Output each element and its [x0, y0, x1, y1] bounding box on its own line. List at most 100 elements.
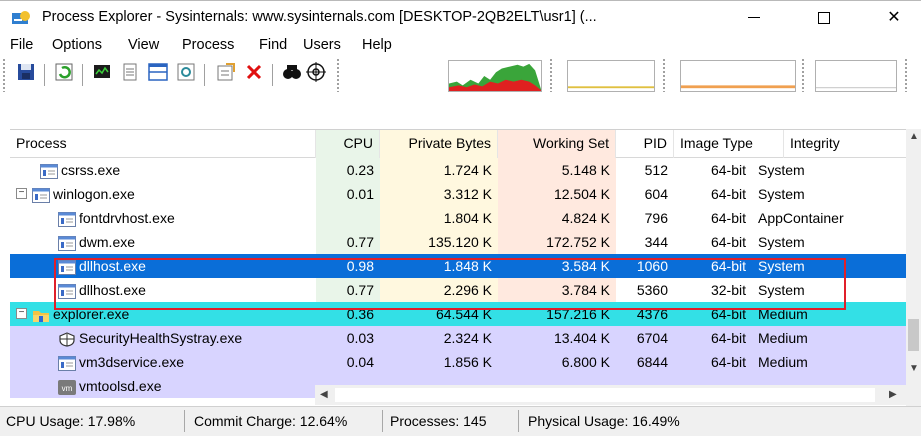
process-name: SecurityHealthSystray.exe [79, 330, 243, 346]
minimize-button[interactable] [731, 1, 777, 35]
cell-integrity: Medium [758, 306, 808, 322]
column-header-integrity[interactable]: Integrity [784, 130, 909, 158]
folder-icon [32, 306, 50, 322]
system-info-icon[interactable] [90, 60, 114, 84]
cell-private-bytes: 135.120 K [380, 230, 498, 254]
column-header-image-type[interactable]: Image Type [674, 130, 784, 158]
close-button[interactable]: ✕ [871, 1, 917, 35]
process-name: dllhost.exe [79, 282, 146, 298]
properties-list-icon[interactable] [118, 60, 142, 84]
menu-options[interactable]: Options [52, 37, 102, 53]
toolbar-grip[interactable] [662, 58, 667, 92]
horizontal-scroll-thumb[interactable] [335, 388, 875, 402]
kill-process-icon[interactable] [242, 60, 266, 84]
toolbar-separator [272, 64, 273, 86]
status-commit-charge: Commit Charge: 12.64% [194, 413, 348, 429]
network-graph[interactable] [815, 60, 897, 92]
toolbar-grip[interactable] [549, 58, 554, 92]
horizontal-scrollbar[interactable]: ◀ ▶ [315, 385, 906, 405]
find-icon[interactable] [280, 60, 304, 84]
cpu-graph[interactable] [448, 60, 542, 92]
cell-integrity: System [758, 186, 805, 202]
io-graph[interactable] [680, 60, 796, 92]
menu-file[interactable]: File [10, 37, 33, 53]
commit-graph[interactable] [567, 60, 655, 92]
vertical-scrollbar[interactable]: ▲ ▼ [906, 129, 921, 406]
cell-cpu: 0.36 [346, 306, 374, 322]
column-header-process[interactable]: Process [10, 130, 316, 158]
table-row[interactable]: vm3dservice.exe 0.04 1.856 K 6.800 K 6844 64-… [10, 350, 907, 374]
cell-cpu: 0.04 [346, 354, 374, 370]
cell-private-bytes: 64.544 K [435, 306, 492, 322]
table-row[interactable]: csrss.exe 0.23 1.724 K 5.148 K 512 64-bit Syst… [10, 158, 907, 182]
cell-image-type: 64-bit [710, 330, 746, 346]
menu-process[interactable]: Process [182, 37, 234, 53]
cell-image-type: 64-bit [710, 186, 746, 202]
cell-integrity: Medium [758, 354, 808, 370]
window-icon [32, 186, 50, 203]
cell-process: dllhost.exe [10, 254, 316, 278]
cell-working-set: 5.148 K [498, 158, 616, 182]
refresh-icon[interactable] [52, 60, 76, 84]
close-icon: ✕ [887, 9, 901, 26]
cell-pid: 5360 [636, 282, 668, 298]
table-row[interactable]: − explorer.exe 0.36 64.544 K 157.216 K 4376 64… [10, 302, 907, 326]
scroll-up-icon[interactable]: ▲ [909, 131, 919, 142]
cell-cpu [316, 206, 380, 230]
vertical-scroll-thumb[interactable] [908, 319, 919, 351]
cell-process: dllhost.exe [10, 278, 316, 302]
column-header-pid[interactable]: PID [616, 130, 674, 158]
cell-working-set: 12.504 K [498, 182, 616, 206]
dll-view-icon[interactable] [174, 60, 198, 84]
table-row[interactable]: − winlogon.exe 0.01 3.312 K 12.504 K 604 64-bi… [10, 182, 907, 206]
toolbar-grip[interactable] [904, 58, 909, 92]
process-name: csrss.exe [61, 162, 121, 178]
scroll-right-icon[interactable]: ▶ [889, 389, 897, 400]
cell-working-set: 3.584 K [561, 258, 610, 274]
target-icon[interactable] [304, 60, 328, 84]
toolbar-grip[interactable] [336, 58, 341, 92]
scroll-left-icon[interactable]: ◀ [320, 389, 328, 400]
cell-integrity: System [758, 234, 805, 250]
column-header-private-bytes[interactable]: Private Bytes [380, 130, 498, 158]
cell-working-set: 172.752 K [498, 230, 616, 254]
cell-process: dwm.exe [10, 230, 316, 254]
toolbar-grip[interactable] [2, 58, 7, 92]
cell-integrity: Medium [758, 330, 808, 346]
svg-text:vm: vm [62, 384, 73, 393]
cell-working-set: 157.216 K [546, 306, 610, 322]
cell-image-type: 64-bit [710, 234, 746, 250]
properties-icon[interactable] [214, 60, 238, 84]
menu-view[interactable]: View [128, 37, 159, 53]
maximize-icon [818, 11, 830, 24]
cell-working-set: 6.800 K [561, 354, 610, 370]
save-icon[interactable] [14, 60, 38, 84]
table-row[interactable]: dllhost.exe 0.77 2.296 K 3.784 K 5360 32-bit S… [10, 278, 907, 302]
table-row[interactable]: fontdrvhost.exe 1.804 K 4.824 K 796 64-bit Ap… [10, 206, 907, 230]
column-header-working-set[interactable]: Working Set [498, 130, 616, 158]
status-separator [518, 410, 519, 432]
toolbar-grip[interactable] [801, 58, 806, 92]
cell-private-bytes: 1.724 K [380, 158, 498, 182]
table-row[interactable]: dwm.exe 0.77 135.120 K 172.752 K 344 64-bit Sy… [10, 230, 907, 254]
scroll-down-icon[interactable]: ▼ [909, 363, 919, 374]
tree-collapse-icon[interactable]: − [16, 188, 27, 199]
cell-cpu: 0.77 [316, 230, 380, 254]
menu-help[interactable]: Help [362, 37, 392, 53]
toolbar-separator [44, 64, 45, 86]
table-row[interactable]: dllhost.exe 0.98 1.848 K 3.584 K 1060 64-bit S… [10, 254, 907, 278]
menu-find[interactable]: Find [259, 37, 287, 53]
window-layout-icon[interactable] [146, 60, 170, 84]
menu-users[interactable]: Users [303, 37, 341, 53]
process-tree-table[interactable]: Process CPU Private Bytes Working Set PI… [10, 129, 921, 406]
window-icon [58, 234, 76, 251]
cell-cpu: 0.01 [316, 182, 380, 206]
table-row[interactable]: SecurityHealthSystray.exe 0.03 2.324 K 13.4… [10, 326, 907, 350]
tree-collapse-icon[interactable]: − [16, 308, 27, 319]
process-name: explorer.exe [53, 306, 130, 322]
cell-image-type: 64-bit [710, 210, 746, 226]
toolbar [0, 58, 921, 128]
maximize-button[interactable] [801, 1, 847, 35]
table-header: Process CPU Private Bytes Working Set PI… [10, 130, 921, 158]
column-header-cpu[interactable]: CPU [316, 130, 380, 158]
